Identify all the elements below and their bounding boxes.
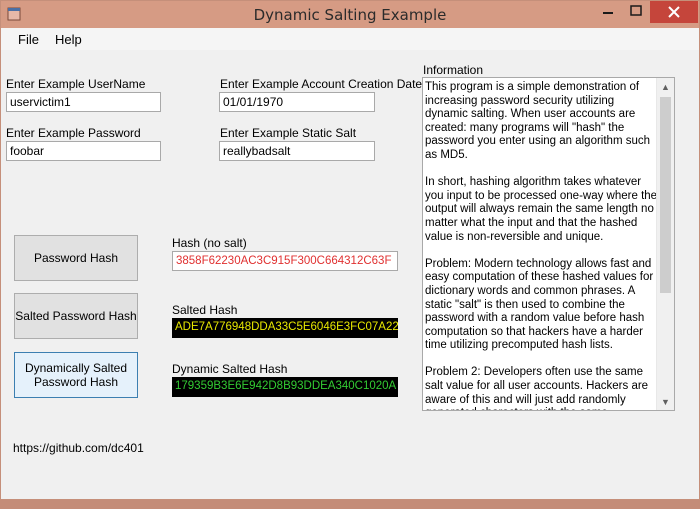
dynamic-salted-hash-label: Dynamic Salted Hash (172, 362, 288, 376)
information-text: This program is a simple demonstration o… (425, 81, 658, 410)
menu-file[interactable]: File (18, 32, 39, 47)
username-input[interactable]: uservictim1 (6, 92, 161, 112)
salted-hash-output[interactable]: ADE7A776948DDA33C5E6046E3FC07A22 (172, 318, 398, 338)
hash-no-salt-output[interactable]: 3858F62230AC3C915F300C664312C63F (172, 251, 398, 271)
github-link[interactable]: https://github.com/dc401 (13, 441, 144, 455)
information-textbox[interactable]: This program is a simple demonstration o… (422, 77, 675, 411)
information-label: Information (423, 63, 484, 77)
username-label: Enter Example UserName (6, 77, 146, 91)
close-icon (668, 6, 680, 18)
password-hash-button[interactable]: Password Hash (14, 235, 138, 281)
salted-password-hash-button[interactable]: Salted Password Hash (14, 293, 138, 339)
hash-no-salt-label: Hash (no salt) (172, 236, 247, 250)
minimize-icon (603, 12, 613, 14)
close-button[interactable] (650, 1, 698, 23)
static-salt-input[interactable]: reallybadsalt (219, 141, 375, 161)
scroll-down-icon[interactable]: ▼ (657, 393, 674, 410)
scroll-thumb[interactable] (660, 97, 671, 293)
minimize-button[interactable] (594, 1, 623, 23)
menu-help[interactable]: Help (55, 32, 82, 47)
static-salt-label: Enter Example Static Salt (220, 126, 357, 140)
creation-date-input[interactable]: 01/01/1970 (219, 92, 375, 112)
dynamic-salted-hash-output[interactable]: 179359B3E6E942D8B93DDEA340C1020A (172, 377, 398, 397)
creation-date-label: Enter Example Account Creation Date (220, 77, 423, 91)
dynamic-salted-hash-button[interactable]: Dynamically Salted Password Hash (14, 352, 138, 398)
menu-bar: File Help (1, 28, 699, 50)
maximize-icon (630, 5, 642, 16)
dynamic-salted-hash-button-label-line1: Dynamically Salted (24, 361, 128, 375)
title-bar[interactable]: Dynamic Salting Example (1, 1, 699, 28)
password-label: Enter Example Password (6, 126, 141, 140)
maximize-button[interactable] (623, 1, 650, 23)
salted-password-hash-button-label: Salted Password Hash (15, 309, 137, 323)
main-window: Dynamic Salting Example File Help Enter … (0, 0, 700, 500)
salted-hash-label: Salted Hash (172, 303, 238, 317)
taskbar-strip (0, 500, 700, 509)
information-scrollbar[interactable]: ▲ ▼ (656, 78, 674, 410)
password-input[interactable]: foobar (6, 141, 161, 161)
password-hash-button-label: Password Hash (33, 251, 119, 265)
dynamic-salted-hash-button-label-line2: Password Hash (33, 375, 119, 389)
scroll-up-icon[interactable]: ▲ (657, 78, 674, 95)
